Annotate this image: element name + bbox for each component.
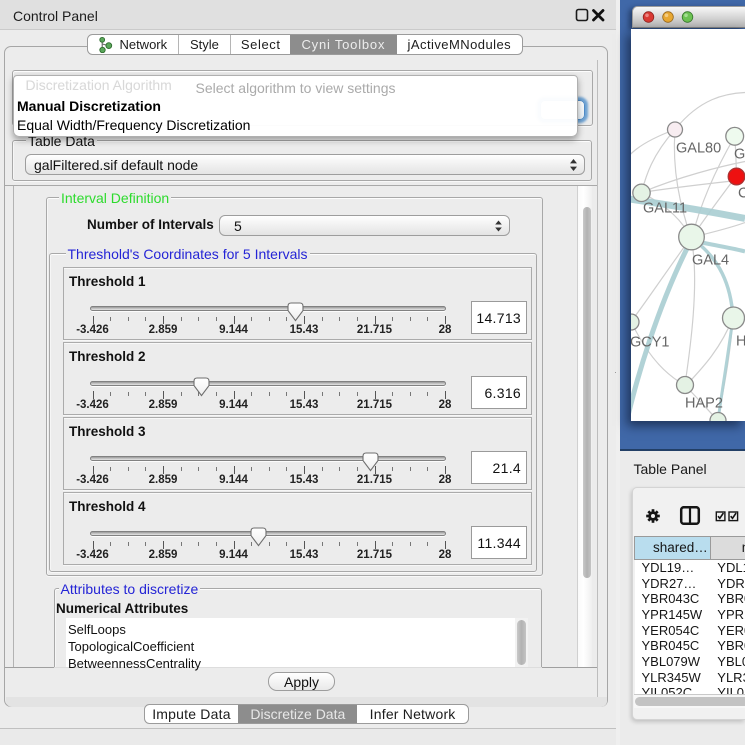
- svg-text:HAP2: HAP2: [685, 395, 723, 411]
- svg-text:G.: G.: [734, 146, 745, 162]
- svg-text:GCY1: GCY1: [631, 334, 670, 350]
- svg-text:GAL4: GAL4: [692, 252, 729, 268]
- svg-text:GAL80: GAL80: [676, 140, 721, 156]
- svg-text:C: C: [738, 185, 745, 201]
- svg-text:H: H: [736, 333, 745, 349]
- svg-text:GAL11: GAL11: [643, 200, 687, 216]
